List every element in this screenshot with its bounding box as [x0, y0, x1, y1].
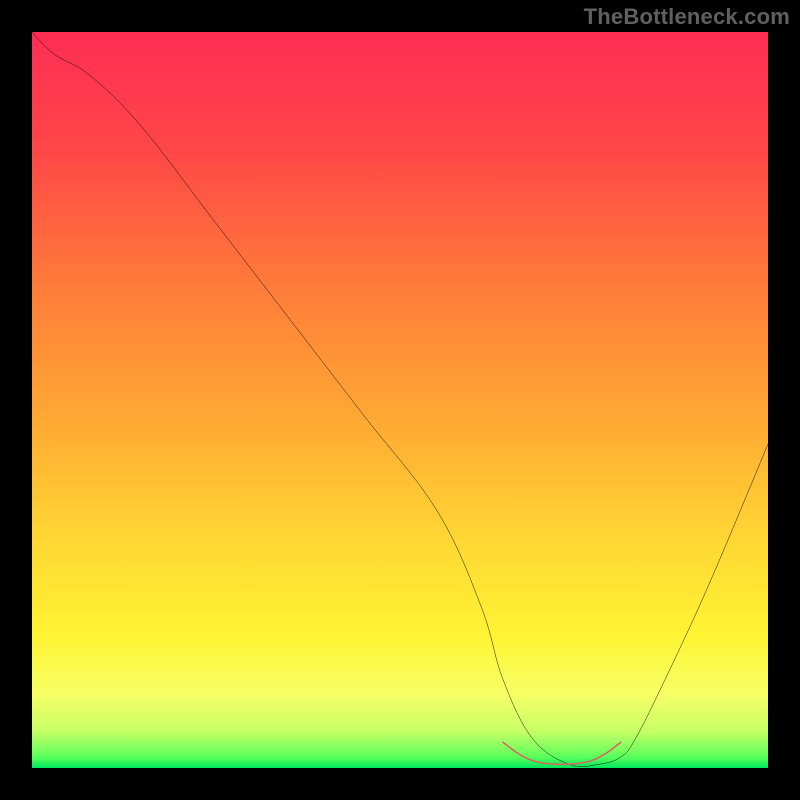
chart-frame: TheBottleneck.com — [0, 0, 800, 800]
watermark-text: TheBottleneck.com — [584, 4, 790, 30]
curve-layer — [32, 32, 768, 768]
bottleneck-curve — [32, 32, 768, 767]
plot-area — [32, 32, 768, 768]
optimal-range-highlight — [503, 742, 621, 764]
